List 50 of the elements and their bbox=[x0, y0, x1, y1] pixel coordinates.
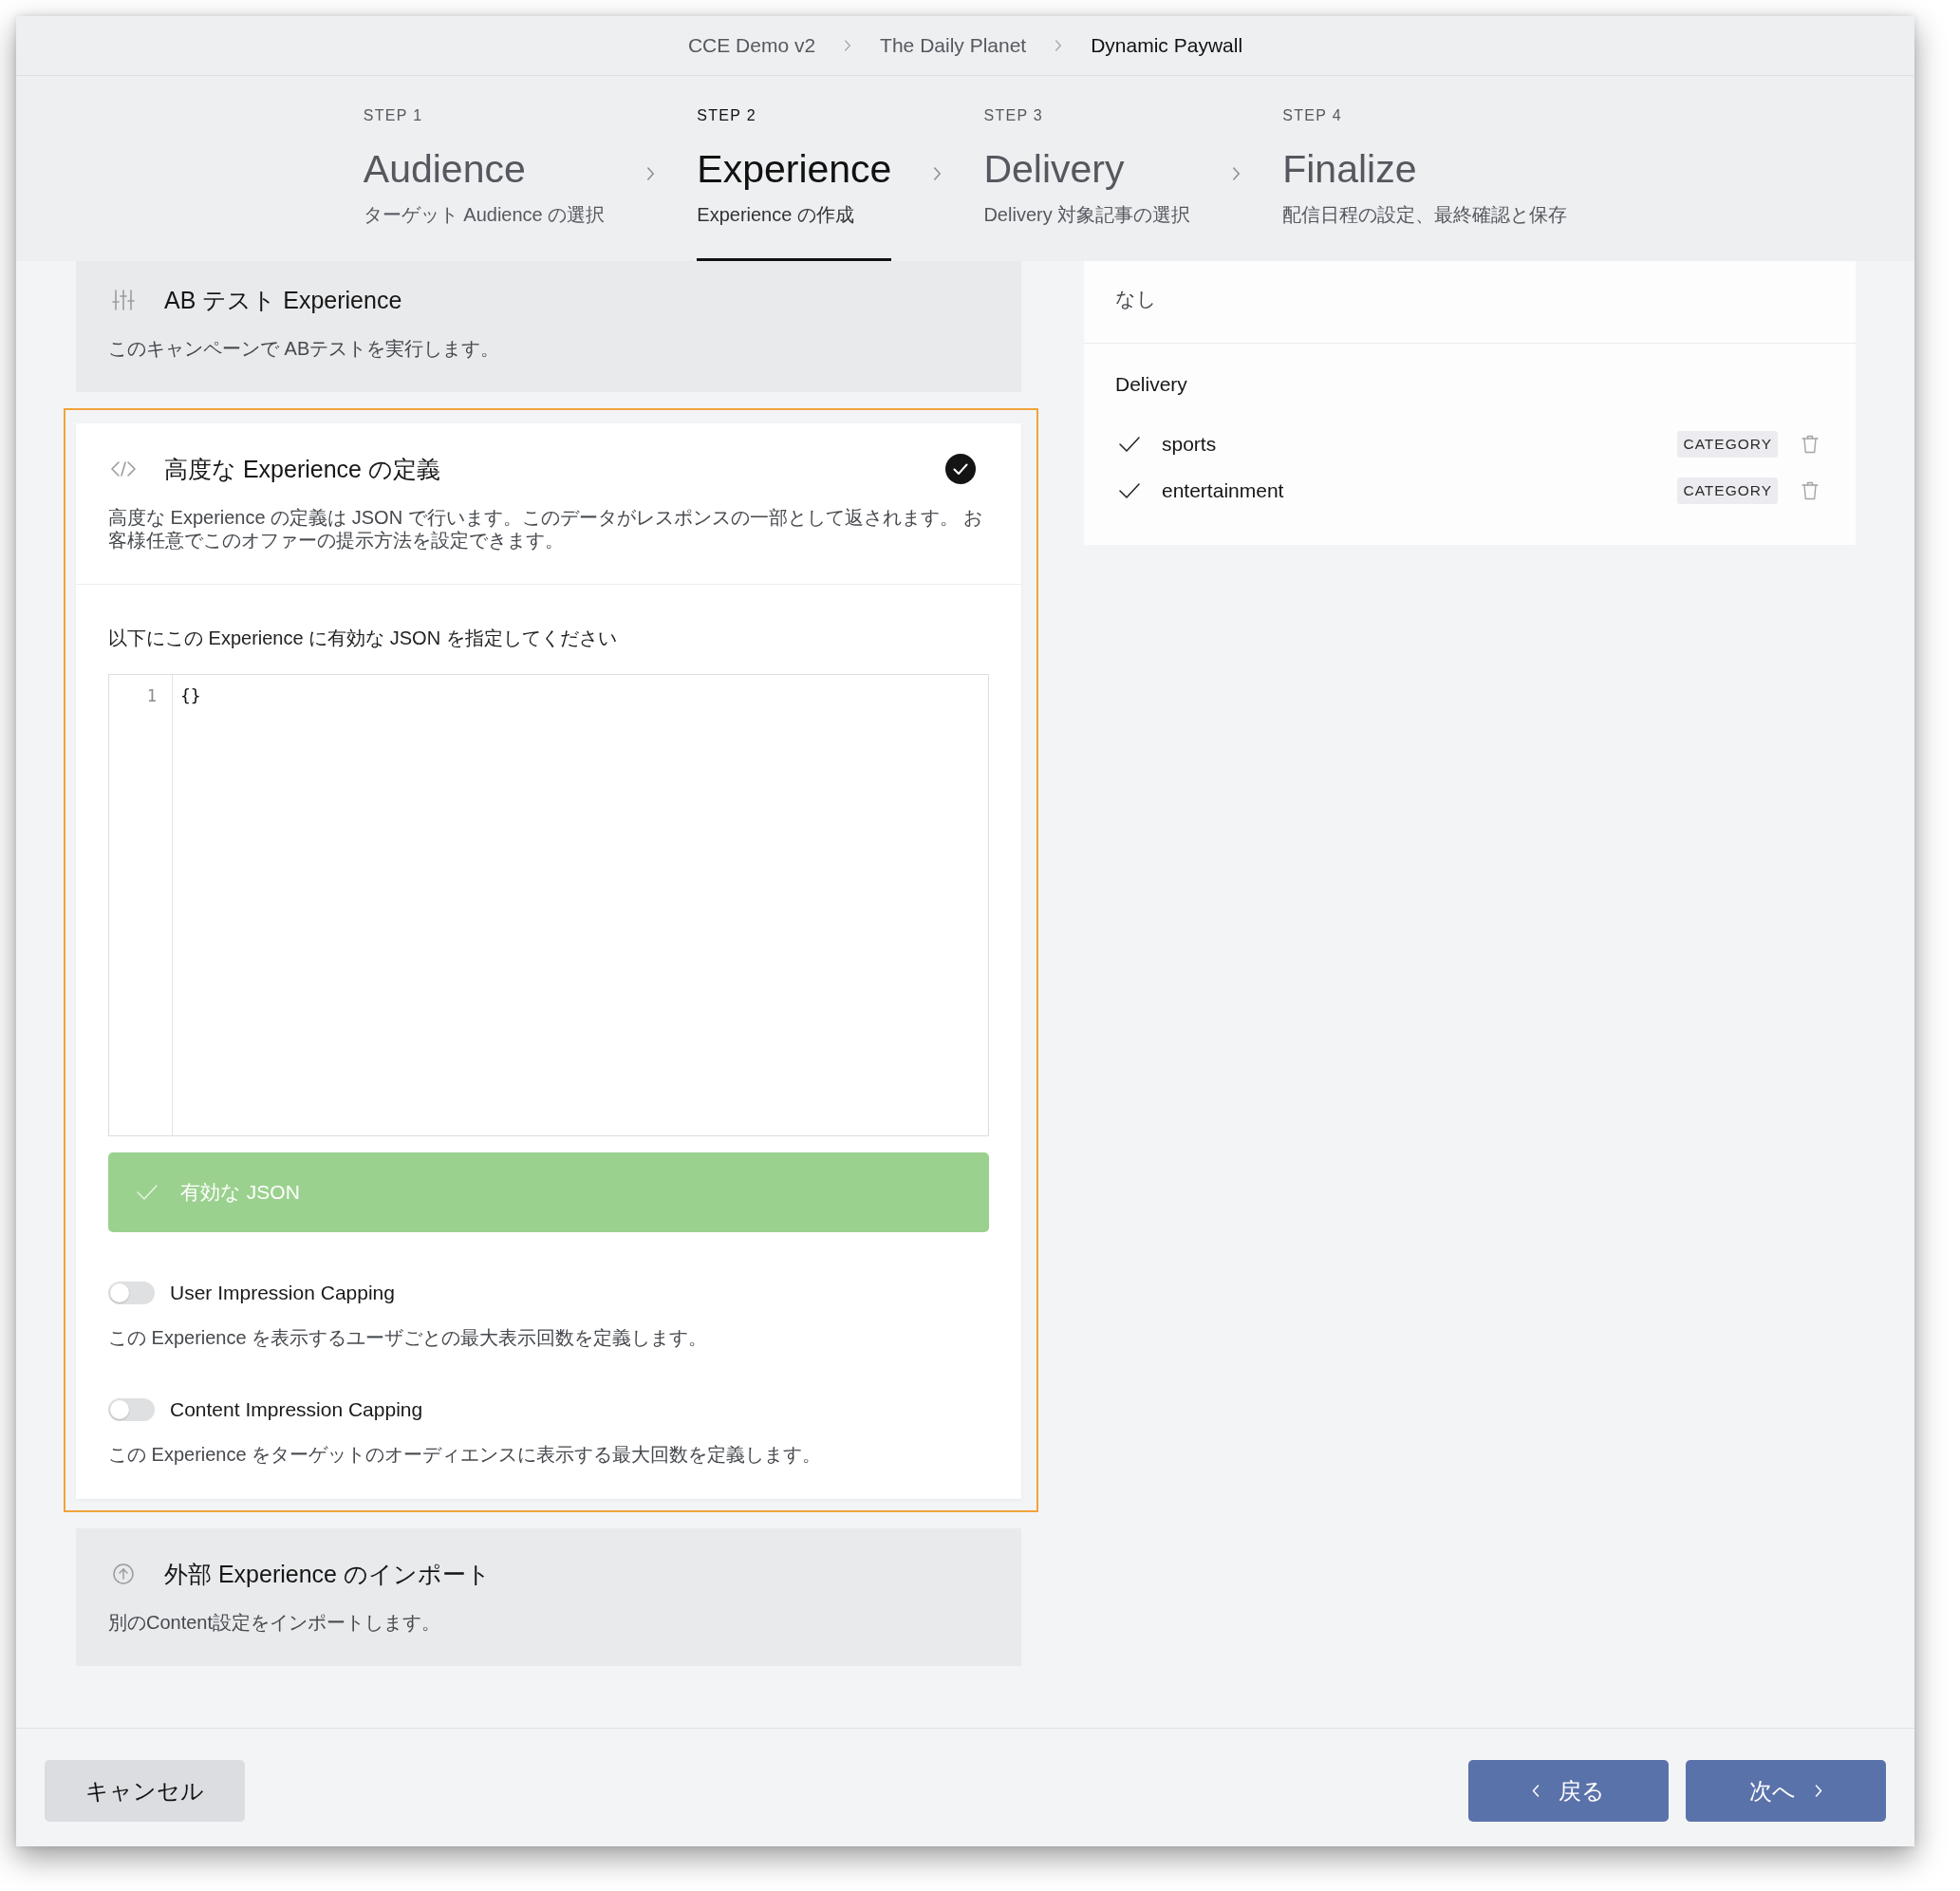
cancel-button[interactable]: キャンセル bbox=[45, 1760, 245, 1822]
breadcrumb-link[interactable]: Dynamic Paywall bbox=[1091, 33, 1243, 58]
upload-icon bbox=[111, 1562, 136, 1586]
toggle-description: この Experience をターゲットのオーディエンスに表示する最大回数を定義します。 bbox=[108, 1443, 822, 1466]
trash-icon[interactable] bbox=[1801, 481, 1819, 500]
check-icon bbox=[1119, 436, 1140, 453]
validation-text: 有効な JSON bbox=[180, 1180, 300, 1205]
chevron-right-icon bbox=[933, 167, 943, 180]
chevron-left-icon bbox=[1532, 1785, 1540, 1797]
breadcrumb-link[interactable]: The Daily Planet bbox=[880, 33, 1027, 58]
step-tab[interactable]: STEP 4 Finalize 配信日程の設定、最終確認と保存 bbox=[1282, 76, 1568, 261]
step-tab[interactable]: STEP 3 Delivery Delivery 対象記事の選択 bbox=[983, 76, 1191, 261]
json-editor-field[interactable]: 1 {} bbox=[108, 674, 989, 1136]
card-title: 外部 Experience のインポート bbox=[164, 1560, 491, 1588]
toggle-label: User Impression Capping bbox=[170, 1282, 395, 1304]
option-card[interactable]: AB テスト Experience このキャンペーンで ABテストを実行します。 bbox=[76, 261, 1021, 392]
trash-icon[interactable] bbox=[1801, 435, 1819, 454]
toggle-switch[interactable] bbox=[108, 1282, 155, 1304]
summary-value: なし bbox=[1115, 288, 1157, 310]
category-tag: CATEGORY bbox=[1677, 477, 1778, 504]
back-button[interactable]: 戻る bbox=[1468, 1760, 1669, 1822]
chevron-right-icon bbox=[1815, 1785, 1822, 1797]
option-card[interactable]: 外部 Experience のインポート 別のContent設定をインポートします。 bbox=[76, 1528, 1021, 1666]
line-number: 1 bbox=[146, 685, 158, 707]
toggle-switch[interactable] bbox=[108, 1398, 155, 1421]
breadcrumb-link[interactable]: CCE Demo v2 bbox=[687, 33, 816, 58]
toggle-description: この Experience を表示するユーザごとの最大表示回数を定義します。 bbox=[108, 1326, 708, 1349]
card-description: 別のContent設定をインポートします。 bbox=[108, 1611, 442, 1634]
chevron-right-icon bbox=[1055, 40, 1063, 51]
check-icon bbox=[137, 1184, 158, 1201]
delivery-item-name: entertainment bbox=[1162, 479, 1284, 502]
category-tag: CATEGORY bbox=[1677, 431, 1778, 458]
check-circle-icon bbox=[945, 454, 976, 484]
chevron-right-icon bbox=[1232, 167, 1241, 180]
chevron-right-icon bbox=[844, 40, 852, 51]
code-icon bbox=[111, 459, 136, 479]
toggle-label: Content Impression Capping bbox=[170, 1398, 423, 1421]
card-title: AB テスト Experience bbox=[164, 286, 402, 314]
code-text: {} bbox=[180, 684, 201, 707]
card-description: このキャンペーンで ABテストを実行します。 bbox=[108, 337, 501, 360]
editor-label: 以下にこの Experience に有効な JSON を指定してください bbox=[108, 627, 617, 649]
chevron-right-icon bbox=[646, 167, 656, 180]
sliders-icon bbox=[111, 290, 136, 310]
card-description: 高度な Experience の定義は JSON で行います。このデータがレスポンスの一部として返されます。 お客様任意でこのオファーの提示方法を設定できます。 bbox=[108, 506, 984, 552]
delivery-item-name: sports bbox=[1162, 433, 1217, 456]
section-title: Delivery bbox=[1115, 373, 1187, 396]
card-title: 高度な Experience の定義 bbox=[164, 455, 440, 483]
check-icon bbox=[1119, 482, 1140, 499]
next-button[interactable]: 次へ bbox=[1686, 1760, 1886, 1822]
step-tab[interactable]: STEP 1 Audience ターゲット Audience の選択 bbox=[363, 76, 606, 261]
